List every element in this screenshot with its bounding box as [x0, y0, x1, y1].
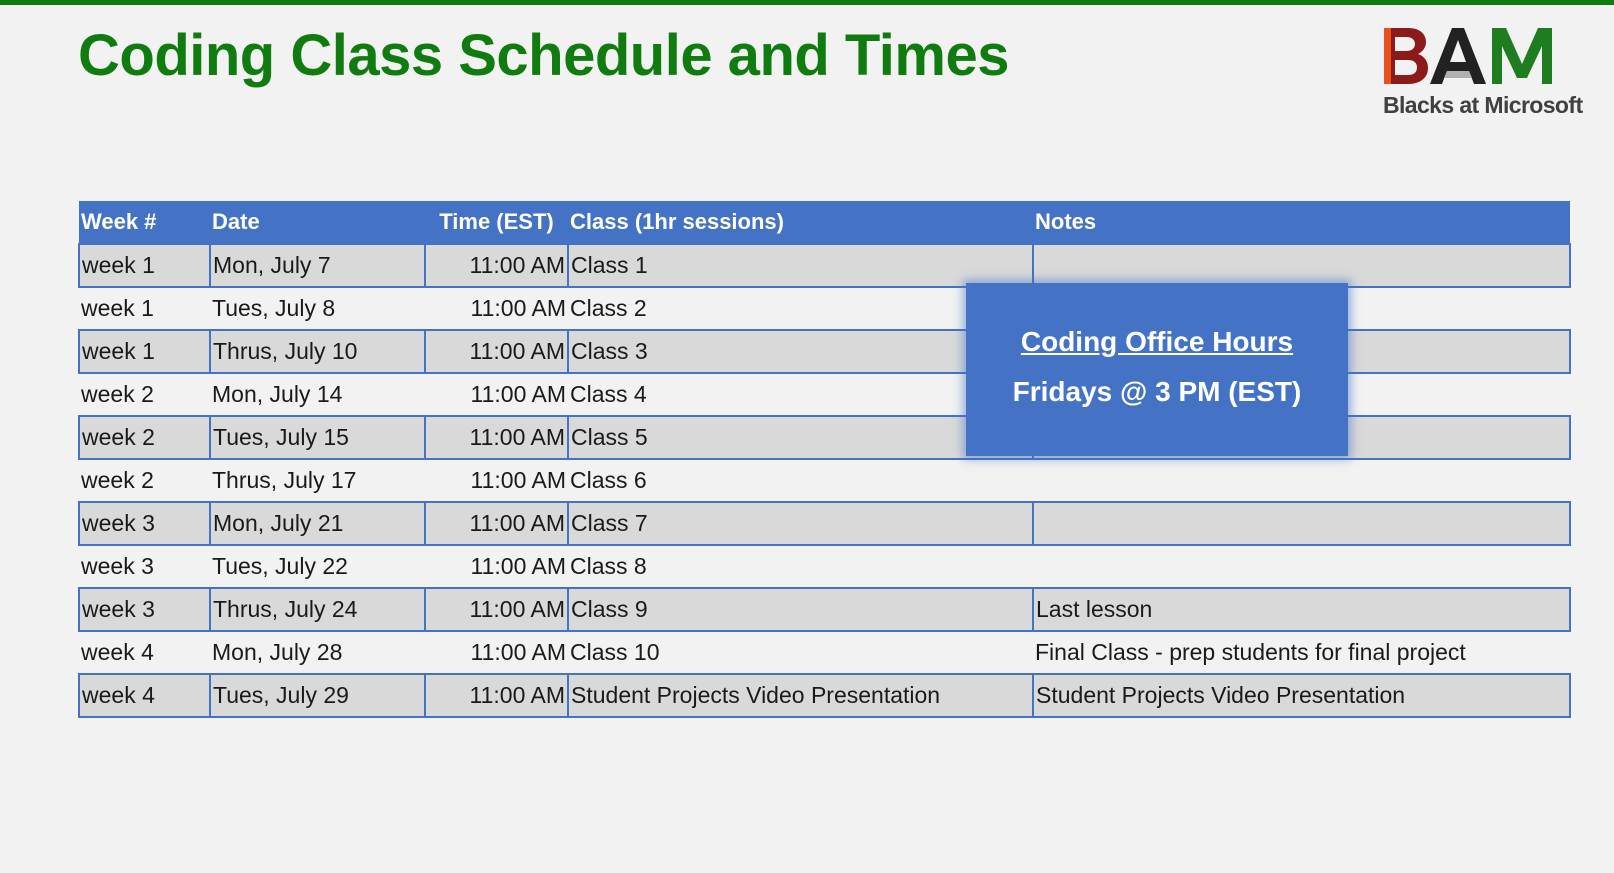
cell-date: Mon, July 14: [212, 381, 343, 407]
cell-time: 11:00 AM: [470, 467, 566, 493]
cell-notes: [1032, 243, 1571, 288]
cell-time: 11:00 AM: [424, 587, 569, 632]
table-row: week 4 Tues, July 29 11:00 AM Student Pr…: [78, 673, 1571, 718]
header-class: Class (1hr sessions): [568, 201, 1033, 244]
cell-time: 11:00 AM: [424, 673, 569, 718]
cell-date: Tues, July 8: [212, 295, 336, 321]
cell-class: Class 3: [567, 329, 1034, 374]
cell-notes: [1033, 459, 1570, 502]
table-row: week 1 Mon, July 7 11:00 AM Class 1: [78, 243, 1571, 288]
table-row: week 2 Thrus, July 17 11:00 AM Class 6: [79, 459, 1570, 502]
table-row: week 3 Thrus, July 24 11:00 AM Class 9 L…: [78, 587, 1571, 632]
cell-date: Thrus, July 24: [209, 587, 426, 632]
cell-date: Mon, July 28: [212, 639, 343, 665]
cell-notes: Student Projects Video Presentation: [1032, 673, 1571, 718]
cell-time: 11:00 AM: [470, 295, 566, 321]
cell-class: Class 9: [567, 587, 1034, 632]
header-date: Date: [210, 201, 425, 244]
cell-date: Tues, July 15: [209, 415, 426, 460]
cell-class: Class 10: [570, 639, 660, 665]
page-title: Coding Class Schedule and Times: [78, 23, 1010, 88]
table-row: week 4 Mon, July 28 11:00 AM Class 10 Fi…: [79, 631, 1570, 674]
cell-class: Class 5: [567, 415, 1034, 460]
header-notes: Notes: [1033, 201, 1570, 244]
header-week: Week #: [79, 201, 210, 244]
cell-date: Mon, July 7: [209, 243, 426, 288]
logo-subtitle: Blacks at Microsoft: [1383, 92, 1583, 118]
cell-date: Tues, July 22: [212, 553, 348, 579]
cell-time: 11:00 AM: [470, 381, 566, 407]
cell-week: week 2: [78, 415, 211, 460]
cell-class: Class 4: [570, 381, 647, 407]
office-hours-time: Fridays @ 3 PM (EST): [1012, 376, 1302, 407]
cell-date: Tues, July 29: [209, 673, 426, 718]
office-hours-title: Coding Office Hours: [1020, 326, 1294, 357]
top-accent-bar: [0, 0, 1614, 5]
cell-notes: Last lesson: [1032, 587, 1571, 632]
cell-class: Student Projects Video Presentation: [567, 673, 1034, 718]
cell-date: Thrus, July 17: [212, 467, 357, 493]
table-header-row: Week # Date Time (EST) Class (1hr sessio…: [79, 201, 1570, 244]
cell-week: week 1: [78, 329, 211, 374]
header-time: Time (EST): [425, 201, 568, 244]
cell-week: week 3: [78, 501, 211, 546]
cell-week: week 4: [81, 639, 154, 665]
cell-date: Mon, July 21: [209, 501, 426, 546]
table-row: week 3 Tues, July 22 11:00 AM Class 8: [79, 545, 1570, 588]
table-row: week 3 Mon, July 21 11:00 AM Class 7: [78, 501, 1571, 546]
cell-time: 11:00 AM: [424, 329, 569, 374]
cell-week: week 1: [81, 295, 154, 321]
cell-class: Class 2: [570, 295, 647, 321]
cell-week: week 4: [78, 673, 211, 718]
cell-time: 11:00 AM: [424, 501, 569, 546]
cell-class: Class 6: [570, 467, 647, 493]
cell-notes: [1033, 545, 1570, 588]
cell-notes: Final Class - prep students for final pr…: [1035, 639, 1466, 665]
cell-time: 11:00 AM: [470, 553, 566, 579]
cell-time: 11:00 AM: [424, 243, 569, 288]
bam-logo-mark: [1384, 28, 1552, 84]
cell-date: Thrus, July 10: [209, 329, 426, 374]
cell-week: week 3: [78, 587, 211, 632]
cell-time: 11:00 AM: [470, 639, 566, 665]
bam-logo: Blacks at Microsoft: [1382, 26, 1592, 122]
cell-class: Class 8: [570, 553, 647, 579]
cell-class: Class 1: [567, 243, 1034, 288]
schedule-table: Week # Date Time (EST) Class (1hr sessio…: [78, 201, 1571, 718]
cell-week: week 2: [81, 467, 154, 493]
cell-week: week 3: [81, 553, 154, 579]
cell-week: week 2: [81, 381, 154, 407]
cell-time: 11:00 AM: [424, 415, 569, 460]
cell-week: week 1: [78, 243, 211, 288]
cell-class: Class 7: [567, 501, 1034, 546]
cell-notes: [1032, 501, 1571, 546]
office-hours-callout: Coding Office Hours Fridays @ 3 PM (EST): [966, 283, 1348, 456]
